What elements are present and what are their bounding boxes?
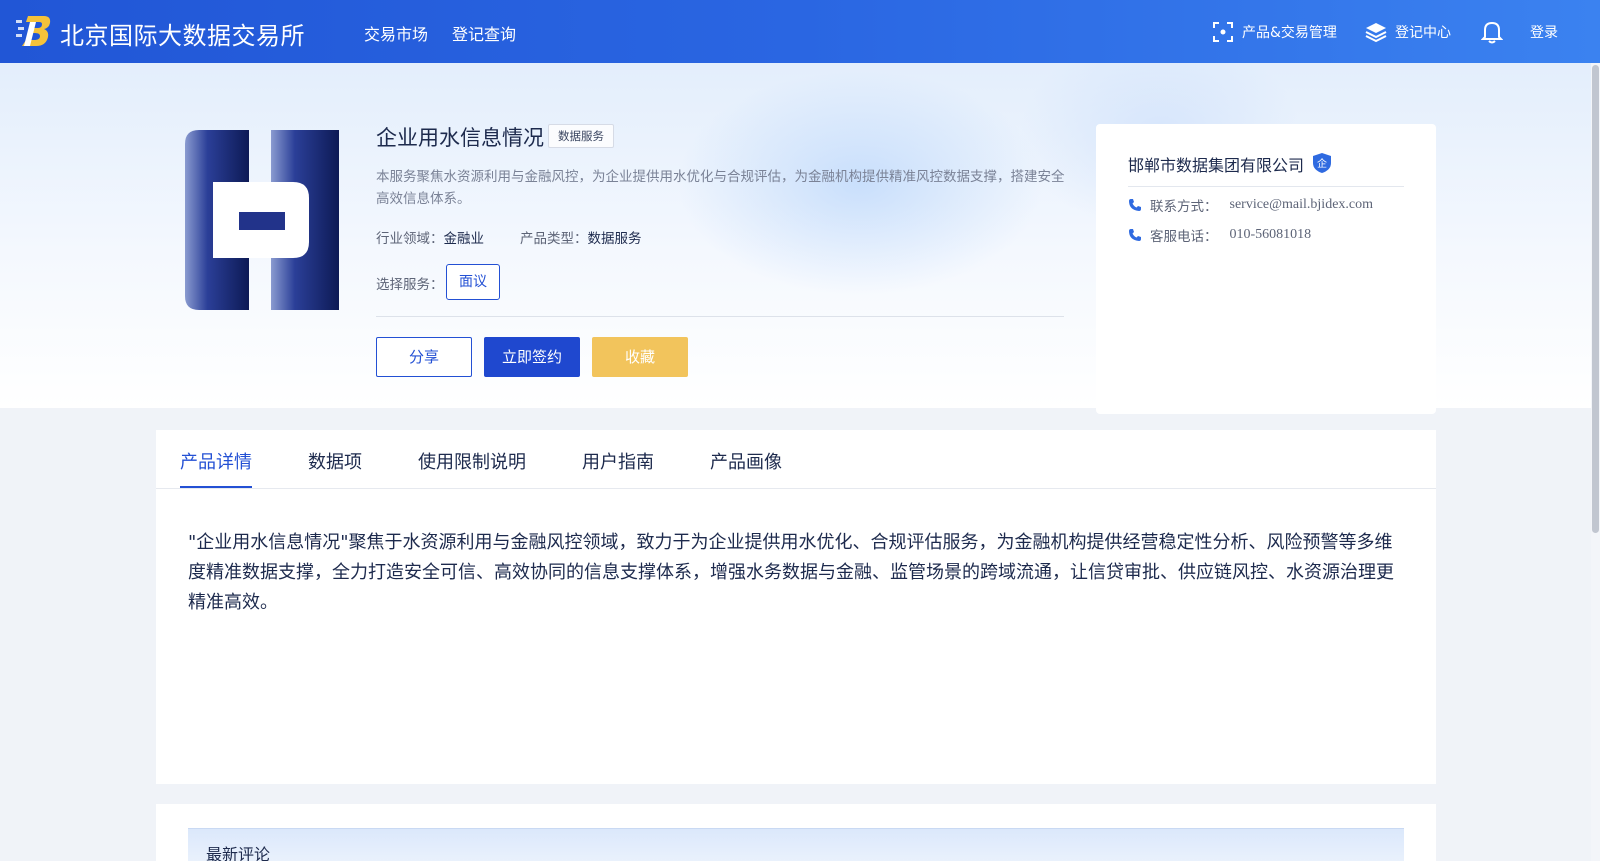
nav-register-query[interactable]: 登记查询 — [452, 21, 516, 45]
comments-header: 最新评论 — [188, 828, 1404, 861]
product-description: 本服务聚焦水资源利用与金融风控，为企业提供用水优化与合规评估，为金融机构提供精准… — [376, 169, 1065, 207]
product-type-meta: 产品类型：数据服务 — [520, 227, 642, 247]
service-select-label: 选择服务： — [376, 277, 444, 293]
product-detail-panel: 产品详情 数据项 使用限制说明 用户指南 产品画像 "企业用水信息情况"聚焦于水… — [156, 430, 1436, 784]
top-navbar: 北京国际大数据交易所 交易市场 登记查询 产品&交易管理 登记中心 登录 — [0, 0, 1600, 63]
register-center-link[interactable]: 登记中心 — [1365, 0, 1451, 63]
provider-name[interactable]: 邯郸市数据集团有限公司 — [1128, 152, 1304, 176]
share-button[interactable]: 分享 — [376, 337, 472, 377]
service-option-negotiable[interactable]: 面议 — [446, 264, 500, 300]
tab-divider — [156, 488, 1436, 489]
comments-section: 最新评论 — [156, 804, 1436, 861]
contact-label: 联系方式： — [1150, 199, 1218, 215]
phone-icon — [1129, 199, 1141, 211]
scrollbar-thumb[interactable] — [1592, 65, 1599, 533]
bell-icon[interactable] — [1481, 20, 1503, 44]
tab-product-profile[interactable]: 产品画像 — [710, 448, 782, 474]
product-trade-mgmt-label: 产品&交易管理 — [1242, 24, 1337, 41]
product-logo-icon — [185, 130, 339, 310]
industry-meta: 行业领域：金融业 — [376, 227, 484, 247]
layers-icon — [1365, 22, 1387, 42]
enterprise-verified-icon: 企 — [1313, 153, 1331, 173]
enterprise-badge-text: 企 — [1317, 157, 1327, 170]
comments-title: 最新评论 — [206, 845, 271, 861]
product-title: 企业用水信息情况 — [376, 126, 544, 150]
industry-label: 行业领域： — [376, 231, 444, 247]
tab-usage-limits[interactable]: 使用限制说明 — [418, 448, 526, 474]
phone-icon — [1129, 229, 1141, 241]
product-type-value: 数据服务 — [587, 231, 642, 247]
scan-frame-icon — [1213, 21, 1233, 42]
phone-row: 客服电话： 010-56081018 — [1128, 225, 1311, 245]
product-type-label: 产品类型： — [520, 231, 588, 247]
hero-divider — [376, 316, 1064, 317]
sign-now-button[interactable]: 立即签约 — [484, 337, 580, 377]
nav-trade-market[interactable]: 交易市场 — [364, 21, 428, 45]
tab-data-items[interactable]: 数据项 — [308, 448, 362, 474]
tab-product-detail[interactable]: 产品详情 — [180, 448, 252, 474]
tab-user-guide[interactable]: 用户指南 — [582, 448, 654, 474]
register-center-label: 登记中心 — [1395, 24, 1451, 41]
phone-label: 客服电话： — [1150, 229, 1218, 245]
industry-value: 金融业 — [443, 231, 485, 247]
login-link[interactable]: 登录 — [1530, 0, 1558, 63]
provider-divider — [1128, 186, 1404, 187]
phone-number[interactable]: 010-56081018 — [1230, 227, 1312, 243]
provider-card: 邯郸市数据集团有限公司 企 联系方式： service@mail.bjidex.… — [1096, 124, 1436, 414]
product-type-badge: 数据服务 — [548, 124, 614, 148]
favorite-button[interactable]: 收藏 — [592, 337, 688, 377]
product-detail-text: "企业用水信息情况"聚焦于水资源利用与金融风控领域，致力于为企业提供用水优化、合… — [188, 532, 1394, 613]
brand-title[interactable]: 北京国际大数据交易所 — [60, 16, 305, 51]
product-trade-mgmt-link[interactable]: 产品&交易管理 — [1212, 0, 1337, 63]
bjidex-logo-icon[interactable] — [16, 14, 52, 48]
contact-row: 联系方式： service@mail.bjidex.com — [1128, 195, 1373, 215]
contact-email[interactable]: service@mail.bjidex.com — [1230, 197, 1374, 213]
